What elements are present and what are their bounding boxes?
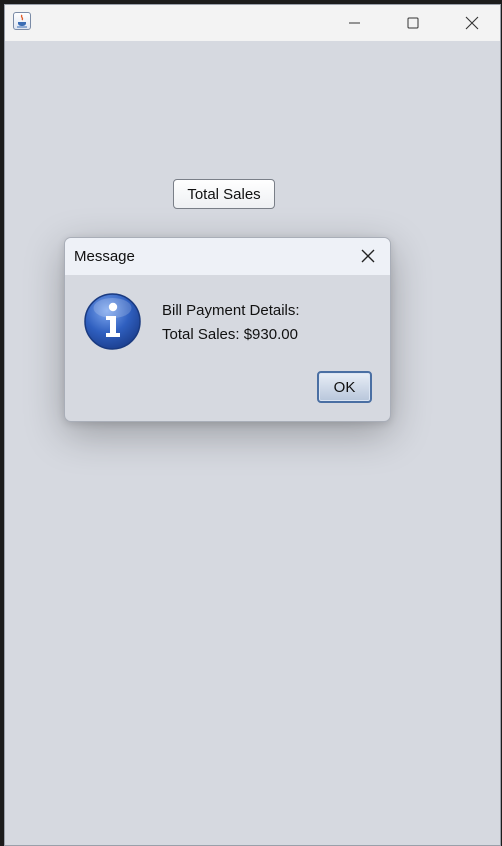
information-icon <box>83 292 142 351</box>
close-icon <box>465 16 479 30</box>
total-sales-button[interactable]: Total Sales <box>173 179 275 209</box>
window-close-button[interactable] <box>443 5 499 41</box>
minimize-icon <box>349 22 360 24</box>
maximize-icon <box>407 17 419 29</box>
app-window: Total Sales <box>4 4 501 846</box>
window-titlebar[interactable] <box>5 5 500 41</box>
minimize-button[interactable] <box>327 5 383 41</box>
content-pane: Total Sales <box>5 41 500 845</box>
ok-button[interactable]: OK <box>317 371 372 403</box>
dialog-title: Message <box>74 248 135 265</box>
close-icon <box>361 249 375 263</box>
java-icon[interactable] <box>13 12 31 30</box>
maximize-button[interactable] <box>385 5 441 41</box>
dialog-titlebar[interactable]: Message <box>65 238 390 275</box>
message-line-2: Total Sales: $930.00 <box>162 326 298 343</box>
dialog-close-button[interactable] <box>348 238 390 275</box>
message-dialog: Message Bill Payment Details: Total Sale… <box>64 237 391 422</box>
message-line-1: Bill Payment Details: <box>162 302 300 319</box>
